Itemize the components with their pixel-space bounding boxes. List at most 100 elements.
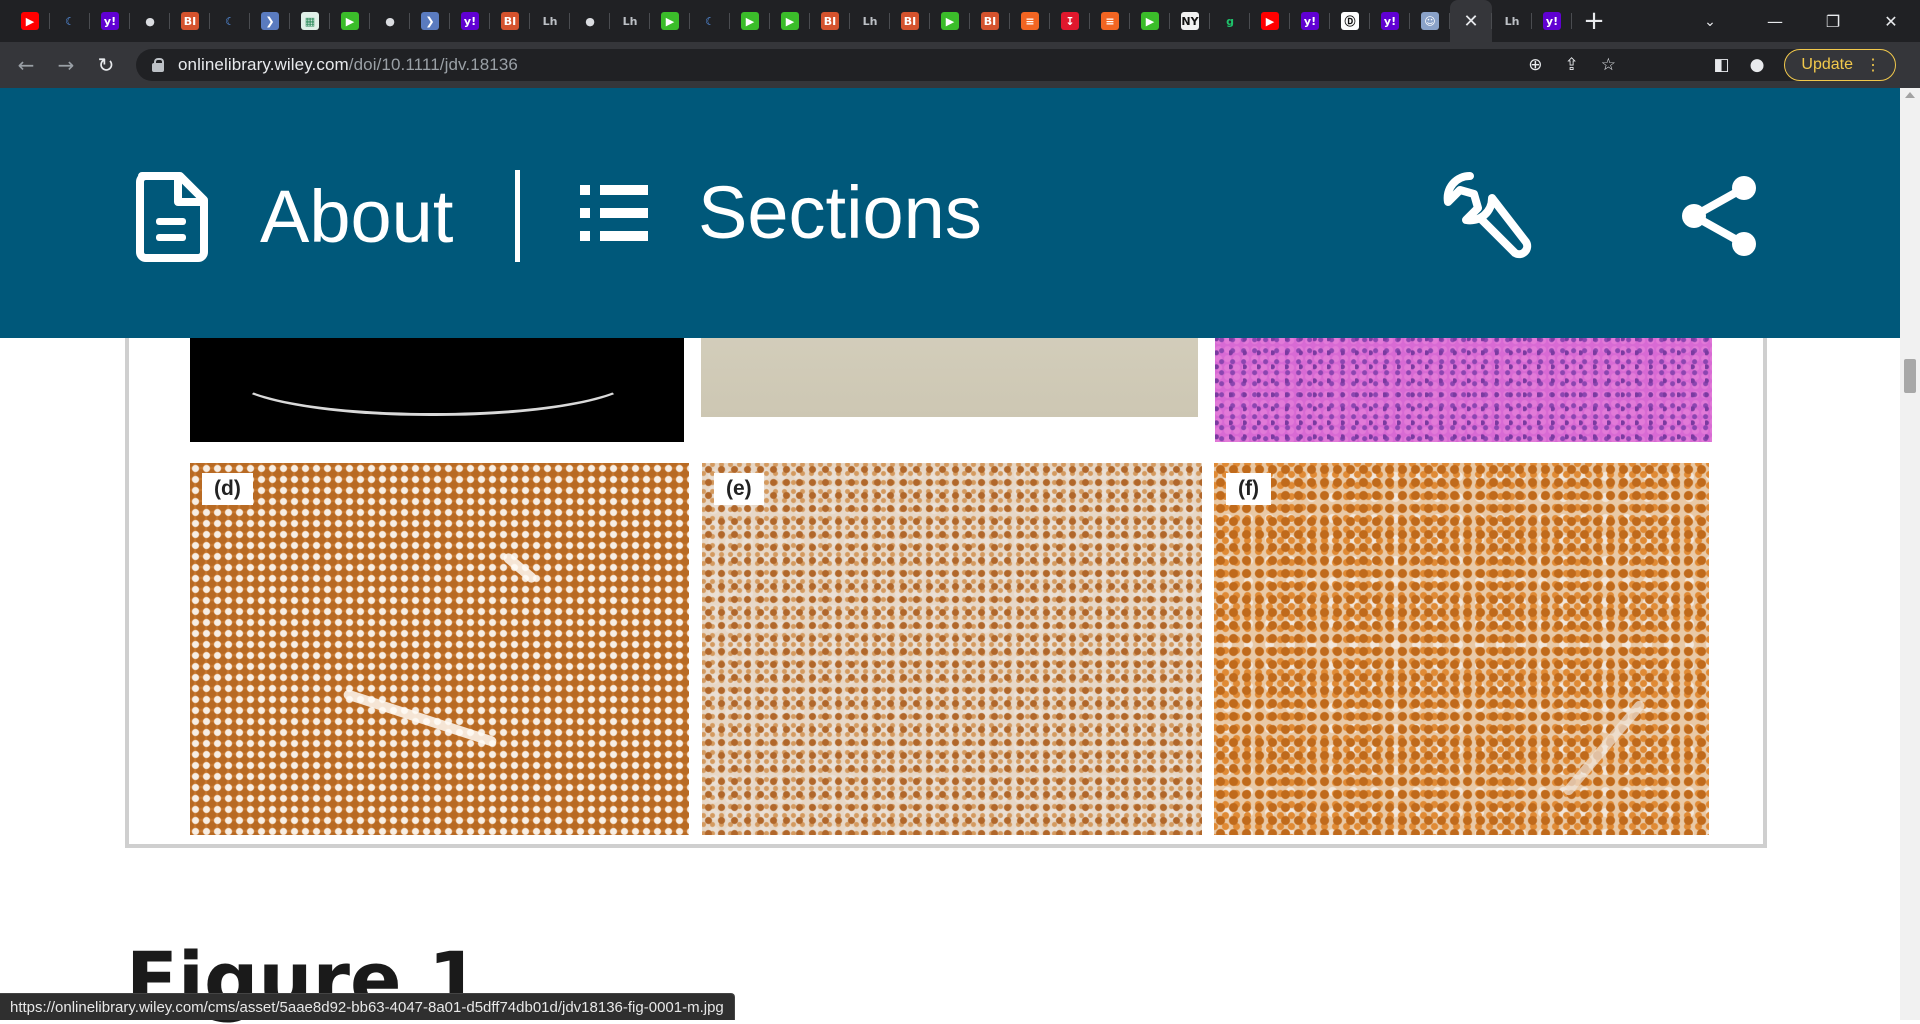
link-status-bar: https://onlinelibrary.wiley.com/cms/asse… <box>0 993 735 1020</box>
browser-tab[interactable]: BI <box>970 0 1010 42</box>
close-tab-icon[interactable]: ✕ <box>1463 11 1478 32</box>
lh-icon: Lh <box>622 14 638 28</box>
browser-tab[interactable]: ▶ <box>10 0 50 42</box>
minimize-button[interactable]: — <box>1746 0 1804 42</box>
browser-toolbar: ← → ↻ onlinelibrary.wiley.com/doi/10.111… <box>0 42 1920 88</box>
browser-tab[interactable]: ❯ <box>250 0 290 42</box>
profile-icon[interactable]: ● <box>1750 55 1765 75</box>
browser-tab[interactable]: ▶ <box>1250 0 1290 42</box>
sections-button[interactable]: Sections <box>578 170 982 255</box>
browser-tab[interactable]: ● <box>370 0 410 42</box>
url-host: onlinelibrary.wiley.com <box>178 55 349 74</box>
browser-tab[interactable]: y! <box>90 0 130 42</box>
browser-tab[interactable]: BI <box>890 0 930 42</box>
business-insider-icon: BI <box>901 12 919 30</box>
close-icon: ✕ <box>1884 11 1898 31</box>
reload-button[interactable]: ↻ <box>86 42 126 88</box>
browser-tab[interactable]: g <box>1210 0 1250 42</box>
play-green-icon: ▶ <box>1141 12 1159 30</box>
browser-tab[interactable]: NY <box>1170 0 1210 42</box>
window-controls: — ❐ ✕ <box>1746 0 1920 42</box>
browser-tab[interactable]: BI <box>490 0 530 42</box>
arrow-right-icon: → <box>57 53 75 77</box>
browser-tab[interactable]: BI <box>170 0 210 42</box>
globe-icon: ● <box>145 14 155 28</box>
omnibox-actions: ⊕ ⇪ ☆ <box>1528 49 1616 81</box>
share-icon <box>1682 176 1756 256</box>
browser-tab[interactable]: ● <box>570 0 610 42</box>
browser-tab[interactable]: Lh <box>530 0 570 42</box>
share-page-icon[interactable]: ⇪ <box>1565 55 1579 75</box>
tab-search-button[interactable]: ⌄ <box>1690 0 1730 42</box>
about-label: About <box>260 174 454 258</box>
arrow-logo-icon: ❯ <box>261 12 279 30</box>
header-divider <box>515 170 520 262</box>
browser-tab[interactable]: y! <box>1532 0 1572 42</box>
back-button[interactable]: ← <box>6 42 46 88</box>
browser-tab[interactable]: ▶ <box>770 0 810 42</box>
browser-tab[interactable]: ≡ <box>1010 0 1050 42</box>
article-sticky-header: About Sections <box>0 88 1900 338</box>
browser-tab[interactable]: y! <box>1290 0 1330 42</box>
square-logo-icon: Ⓓ <box>1341 12 1359 30</box>
browser-tab[interactable]: ☾ <box>210 0 250 42</box>
lh-icon: Lh <box>1504 14 1520 28</box>
play-green-icon: ▶ <box>341 12 359 30</box>
url-text: onlinelibrary.wiley.com/doi/10.1111/jdv.… <box>178 55 518 75</box>
browser-tab[interactable]: ▦ <box>290 0 330 42</box>
kebab-menu-icon: ⋮ <box>1865 57 1881 74</box>
restore-button[interactable]: ❐ <box>1804 0 1862 42</box>
browser-tab[interactable]: ▶ <box>1130 0 1170 42</box>
about-button[interactable]: About <box>132 170 453 262</box>
scroll-up-icon[interactable] <box>1905 92 1915 98</box>
business-insider-icon: BI <box>501 12 519 30</box>
update-button[interactable]: Update ⋮ <box>1784 49 1896 81</box>
browser-tab[interactable]: ● <box>130 0 170 42</box>
page-scrollbar[interactable] <box>1900 88 1920 1020</box>
list-icon <box>580 184 648 241</box>
red-pin-icon: ↧ <box>1061 12 1079 30</box>
address-bar[interactable]: onlinelibrary.wiley.com/doi/10.1111/jdv.… <box>136 49 1892 81</box>
figure-panel-d[interactable]: (d) <box>190 463 689 835</box>
figure-panel-e[interactable]: (e) <box>702 463 1202 835</box>
browser-tab[interactable]: ☾ <box>690 0 730 42</box>
browser-tab[interactable]: ≡ <box>1090 0 1130 42</box>
browser-tab[interactable]: ▶ <box>650 0 690 42</box>
browser-tab[interactable]: y! <box>450 0 490 42</box>
zoom-icon[interactable]: ⊕ <box>1528 55 1542 75</box>
youtube-icon: ▶ <box>21 12 39 30</box>
tools-button[interactable] <box>1440 170 1540 270</box>
browser-tab[interactable]: ↧ <box>1050 0 1090 42</box>
new-tab-button[interactable]: + <box>1576 0 1612 42</box>
browser-tab[interactable]: BI <box>810 0 850 42</box>
play-green-icon: ▶ <box>781 12 799 30</box>
browser-tab[interactable]: ☺ <box>1410 0 1450 42</box>
yahoo-icon: y! <box>1301 12 1319 30</box>
tab-list: ▶ ☾ y! ● BI ☾ ❯ ▦ ▶ ● ❯ y! BI Lh ● Lh ▶ ☾ ▶ ▶ BI Lh BI ▶ BI ≡ ↧ ≡ ▶ N… <box>0 0 1612 42</box>
business-insider-icon: BI <box>181 12 199 30</box>
side-panel-icon[interactable]: ◧ <box>1714 55 1730 75</box>
share-button[interactable] <box>1680 176 1760 256</box>
active-tab[interactable]: ✕ <box>1450 0 1492 42</box>
figure-panel-f[interactable]: (f) <box>1214 463 1709 835</box>
browser-tab[interactable]: ▶ <box>330 0 370 42</box>
close-window-button[interactable]: ✕ <box>1862 0 1920 42</box>
browser-tab[interactable]: ☾ <box>50 0 90 42</box>
nyt-icon: NY <box>1181 12 1199 30</box>
forward-button[interactable]: → <box>46 42 86 88</box>
scroll-thumb[interactable] <box>1904 359 1916 393</box>
browser-tab[interactable]: ▶ <box>730 0 770 42</box>
browser-tab[interactable]: Lh <box>850 0 890 42</box>
browser-tab[interactable]: Lh <box>1492 0 1532 42</box>
browser-tab[interactable]: ❯ <box>410 0 450 42</box>
browser-tab[interactable]: Lh <box>610 0 650 42</box>
bookmark-star-icon[interactable]: ☆ <box>1601 55 1616 75</box>
panel-label-e: (e) <box>714 473 764 505</box>
browser-tab[interactable]: ▶ <box>930 0 970 42</box>
chart-app-icon: ▦ <box>301 12 319 30</box>
browser-tab[interactable]: y! <box>1370 0 1410 42</box>
lock-icon[interactable] <box>152 58 164 72</box>
browser-tab[interactable]: Ⓓ <box>1330 0 1370 42</box>
panel-label-f: (f) <box>1226 473 1271 505</box>
shield-c-icon: ☾ <box>705 14 715 28</box>
